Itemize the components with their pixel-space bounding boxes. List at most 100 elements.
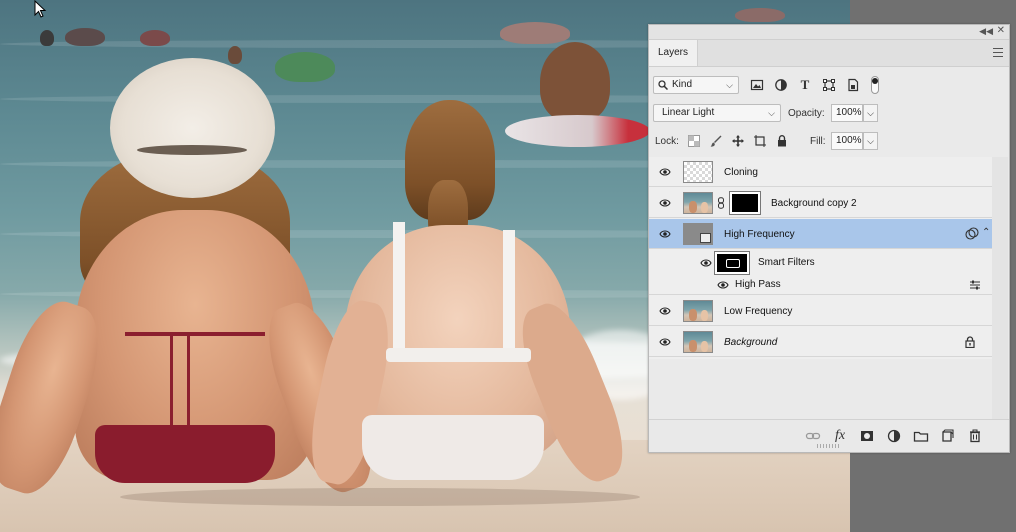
fill-chevron-icon[interactable]: ⌵ [863, 132, 878, 150]
shadow [120, 488, 640, 506]
new-layer-icon[interactable] [940, 428, 956, 444]
layer-background[interactable]: Background [649, 327, 992, 357]
link-layers-icon[interactable] [805, 428, 821, 444]
swimmer [500, 22, 570, 44]
layer-name: High Frequency [724, 229, 795, 240]
layer-thumbnail [683, 223, 713, 245]
layer-name: Low Frequency [724, 306, 793, 317]
opacity-field[interactable]: 100% ⌵ [831, 104, 878, 122]
new-group-icon[interactable] [913, 428, 929, 444]
bikini-strap [125, 332, 265, 336]
eye-icon[interactable] [659, 229, 671, 239]
blend-mode-value: Linear Light [662, 107, 715, 118]
eye-icon[interactable] [659, 337, 671, 347]
panel-resize-grip-icon[interactable] [817, 444, 841, 448]
panel-tab-row: Layers [649, 40, 1009, 67]
layers-panel: ◀◀ ✕ Layers Kind ⌵ T Linear Light ⌵ Opac… [648, 24, 1010, 453]
new-adjustment-icon[interactable] [886, 428, 902, 444]
fill-label: Fill: [810, 136, 826, 147]
fill-field[interactable]: 100% ⌵ [831, 132, 878, 150]
mouse-cursor-icon [34, 0, 47, 18]
filter-blending-options-icon[interactable] [969, 279, 981, 291]
filter-mask-glyph-icon [726, 259, 740, 268]
layer-background-copy-2[interactable]: Background copy 2 [649, 188, 992, 218]
filter-toggle-icon[interactable] [871, 76, 879, 94]
bikini-bottom [95, 425, 275, 483]
image-filter-icon[interactable] [750, 78, 764, 92]
white-strap [503, 230, 515, 355]
filter-kind-select[interactable]: Kind ⌵ [653, 76, 739, 94]
swimmer [275, 52, 335, 82]
sun-hat [110, 58, 275, 198]
collapse-effects-icon[interactable]: ⌃ [982, 227, 990, 238]
layer-name: Background [724, 337, 778, 348]
lock-image-pixels-icon[interactable] [709, 134, 723, 148]
white-strap [393, 222, 405, 352]
inflatable-float [505, 115, 650, 147]
lock-icon[interactable] [965, 336, 975, 348]
fx-icon[interactable]: fx [832, 428, 848, 444]
layer-name: High Pass [735, 279, 781, 290]
fill-value: 100% [836, 135, 862, 146]
opacity-label: Opacity: [788, 108, 825, 119]
layers-scrollbar[interactable] [992, 157, 1008, 419]
white-top-band [386, 348, 531, 362]
opacity-chevron-icon[interactable]: ⌵ [863, 104, 878, 122]
tab-layers[interactable]: Layers [649, 40, 698, 66]
swimmer [65, 28, 105, 46]
layer-low-frequency[interactable]: Low Frequency [649, 296, 992, 326]
layer-high-frequency[interactable]: High Frequency ⌃ [649, 219, 992, 249]
swimmer [40, 30, 54, 46]
chevron-down-icon: ⌵ [726, 80, 733, 90]
layer-name: Smart Filters [758, 257, 815, 268]
type-filter-icon[interactable]: T [798, 78, 812, 92]
adjustment-filter-icon[interactable] [774, 78, 788, 92]
lock-artboard-icon[interactable] [753, 134, 767, 148]
layer-name: Background copy 2 [771, 198, 857, 209]
eye-icon[interactable] [700, 258, 712, 268]
layer-name: Cloning [724, 167, 758, 178]
blend-row: Linear Light ⌵ Opacity: 100% ⌵ [649, 101, 1009, 125]
bikini-ties [170, 336, 190, 436]
mask-link-icon[interactable] [717, 197, 725, 209]
lock-all-icon[interactable] [775, 134, 789, 148]
white-bottom [362, 415, 544, 480]
swimmer [140, 30, 170, 46]
layer-thumbnail [683, 300, 713, 322]
smart-object-badge-icon [700, 233, 711, 243]
panel-header-bar: ◀◀ ✕ [649, 25, 1009, 40]
layer-cloning[interactable]: Cloning [649, 157, 992, 187]
search-icon [658, 80, 668, 90]
smart-filter-mask-thumbnail[interactable] [714, 251, 750, 275]
swimmer-man [540, 42, 610, 122]
lock-label: Lock: [655, 136, 679, 147]
delete-icon[interactable] [967, 428, 983, 444]
add-mask-icon[interactable] [859, 428, 875, 444]
lock-transparent-pixels-icon[interactable] [687, 134, 701, 148]
eye-icon[interactable] [659, 198, 671, 208]
chevron-down-icon: ⌵ [768, 108, 775, 118]
panel-menu-icon[interactable] [993, 48, 1003, 57]
close-panel-icon[interactable]: ✕ [997, 25, 1005, 36]
layers-list: Cloning Background copy 2 High Frequency… [649, 157, 992, 359]
eye-icon[interactable] [717, 280, 729, 290]
layer-thumbnail [683, 331, 713, 353]
filter-kind-label: Kind [672, 79, 693, 90]
smart-filters-row[interactable]: Smart Filters [649, 250, 992, 275]
swimmer [735, 8, 785, 22]
layer-thumbnail [683, 192, 713, 214]
filter-row: Kind ⌵ T [649, 73, 1009, 97]
eye-icon[interactable] [659, 306, 671, 316]
smart-object-indicator-icon[interactable] [965, 227, 979, 241]
hat-band [137, 145, 247, 155]
swimmer [228, 46, 242, 64]
collapse-panel-icon[interactable]: ◀◀ [979, 26, 993, 37]
layer-mask-thumbnail[interactable] [729, 191, 761, 215]
shape-filter-icon[interactable] [822, 78, 836, 92]
eye-icon[interactable] [659, 167, 671, 177]
smart-object-filter-icon[interactable] [846, 78, 860, 92]
blend-mode-select[interactable]: Linear Light ⌵ [653, 104, 781, 122]
layer-thumbnail [683, 161, 713, 183]
lock-position-icon[interactable] [731, 134, 745, 148]
filter-high-pass[interactable]: High Pass [649, 274, 992, 295]
